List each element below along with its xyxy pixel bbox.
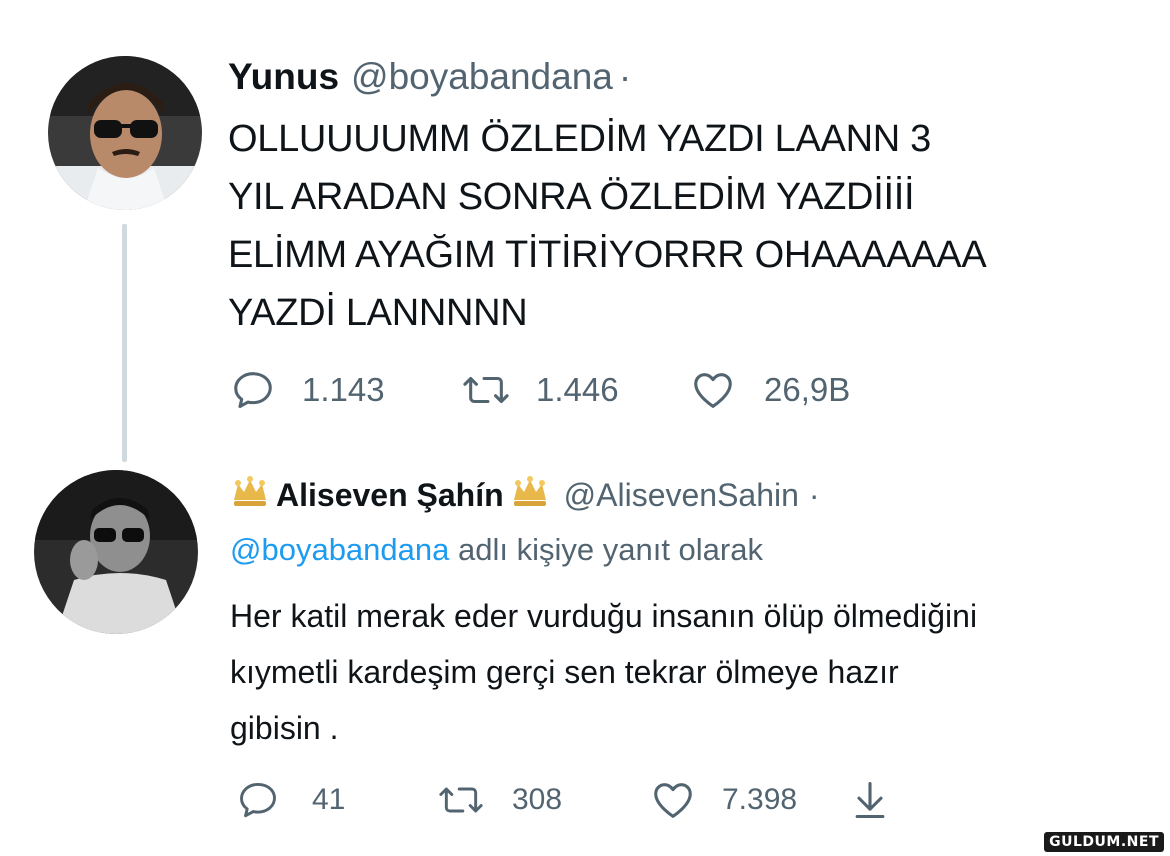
tweet2-like-count: 7.398 [722, 783, 798, 816]
tweet2-text-line: gibisin . [230, 710, 339, 746]
tweet1-like-count: 26,9B [764, 371, 851, 408]
tweet1-display-name[interactable]: Yunus [228, 56, 339, 98]
watermark-logo: GULDUM.NET [1044, 832, 1164, 852]
tweet2-text-line: kıymetli kardeşim gerçi sen tekrar ölmey… [230, 654, 899, 690]
tweet1-reply-button[interactable]: 1.143 [230, 367, 460, 413]
tweet1-like-button[interactable]: 26,9B [690, 367, 890, 413]
tweet1-header: Yunus @boyabandana · [228, 54, 631, 100]
tweet2-reply-to: @boyabandana adlı kişiye yanıt olarak [230, 528, 763, 572]
tweet2-reply-count: 41 [312, 783, 346, 816]
tweet2-text-line: Her katil merak eder vurduğu insanın ölü… [230, 598, 978, 634]
tweet2-like-button[interactable]: 7.398 [650, 777, 850, 823]
tweet2-display-name[interactable]: Aliseven Şahín [276, 477, 504, 514]
tweet1-retweet-count: 1.446 [536, 371, 619, 408]
retweet-icon [460, 367, 512, 413]
reply-to-mention-link[interactable]: @boyabandana [230, 532, 449, 567]
share-icon [850, 778, 890, 822]
reply-to-label: adlı kişiye yanıt olarak [449, 532, 763, 567]
tweet2-share-button[interactable] [850, 778, 890, 822]
avatar-yunus[interactable] [48, 56, 202, 210]
tweet2-text: Her katil merak eder vurduğu insanın ölü… [230, 588, 977, 756]
tweet2-reply-button[interactable]: 41 [236, 778, 436, 822]
tweet1-text: OLLUUUUMM ÖZLEDİM YAZDI LAANN 3 YIL ARAD… [228, 110, 987, 342]
tweet2-header: Aliseven Şahín @AlisevenSahin · [230, 472, 820, 518]
heart-icon [690, 367, 736, 413]
tweet1-separator: · [618, 56, 632, 97]
tweet1-retweet-button[interactable]: 1.446 [460, 367, 690, 413]
avatar-aliseven[interactable] [34, 470, 198, 634]
retweet-icon [436, 778, 486, 822]
tweet2-actions: 41 308 7.398 [236, 776, 890, 824]
tweet1-text-line: YAZDİ LANNNNN [228, 292, 528, 334]
crown-emoji-icon [510, 474, 550, 516]
tweet2-retweet-count: 308 [512, 783, 563, 816]
tweet1-reply-count: 1.143 [302, 371, 385, 408]
tweet1-actions: 1.143 1.446 26,9B [230, 366, 890, 414]
heart-icon [650, 777, 696, 823]
tweet1-text-line: YIL ARADAN SONRA ÖZLEDİM YAZDİİİİ [228, 176, 915, 218]
tweet1-text-line: OLLUUUUMM ÖZLEDİM YAZDI LAANN 3 [228, 118, 931, 160]
reply-icon [236, 778, 280, 822]
tweet1-text-line: ELİMM AYAĞIM TİTİRİYORRR OHAAAAAAA [228, 234, 987, 276]
tweet2-retweet-button[interactable]: 308 [436, 778, 650, 822]
crown-emoji-icon [230, 474, 270, 516]
thread-connector-line [122, 224, 127, 462]
tweet1-handle[interactable]: @boyabandana [351, 56, 613, 98]
tweet2-separator: · [808, 476, 820, 513]
reply-icon [230, 367, 276, 413]
tweet2-handle[interactable]: @AlisevenSahin [564, 477, 799, 514]
